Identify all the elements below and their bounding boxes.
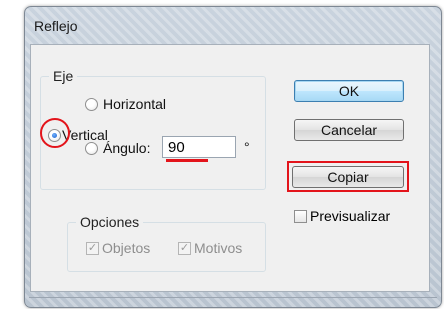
radio-angle-label: Ángulo:	[103, 140, 151, 156]
degree-symbol: °	[244, 139, 250, 155]
radio-angle-button[interactable]	[85, 141, 98, 155]
checkbox-motivos-label: Motivos	[194, 240, 243, 256]
radio-horizontal[interactable]: Horizontal	[85, 96, 166, 112]
dialog-title: Reflejo	[34, 18, 78, 34]
checkbox-previsualizar-label: Previsualizar	[310, 208, 391, 224]
cancel-button[interactable]: Cancelar	[294, 119, 404, 141]
checkbox-previsualizar-box[interactable]	[294, 209, 307, 223]
checkbox-motivos: ✓ Motivos	[178, 240, 242, 256]
opciones-legend: Opciones	[76, 214, 144, 230]
checkbox-objetos-label: Objetos	[102, 240, 151, 256]
radio-angle[interactable]: Ángulo:	[85, 140, 150, 156]
radio-horizontal-label: Horizontal	[103, 96, 167, 112]
annotation-circle	[40, 118, 70, 148]
title-bar[interactable]: Reflejo	[30, 8, 410, 34]
checkbox-motivos-box: ✓	[178, 241, 191, 255]
ok-button[interactable]: OK	[294, 80, 404, 102]
angle-input[interactable]: 90	[162, 136, 236, 158]
checkbox-previsualizar[interactable]: Previsualizar	[294, 208, 390, 224]
eje-legend: Eje	[49, 68, 78, 84]
checkbox-objetos-box: ✓	[86, 241, 99, 255]
frame-bottom-edge	[29, 297, 437, 304]
annotation-underline	[166, 159, 208, 162]
annotation-rectangle	[287, 161, 409, 192]
checkbox-objetos: ✓ Objetos	[86, 240, 150, 256]
radio-horizontal-button[interactable]	[85, 97, 98, 111]
